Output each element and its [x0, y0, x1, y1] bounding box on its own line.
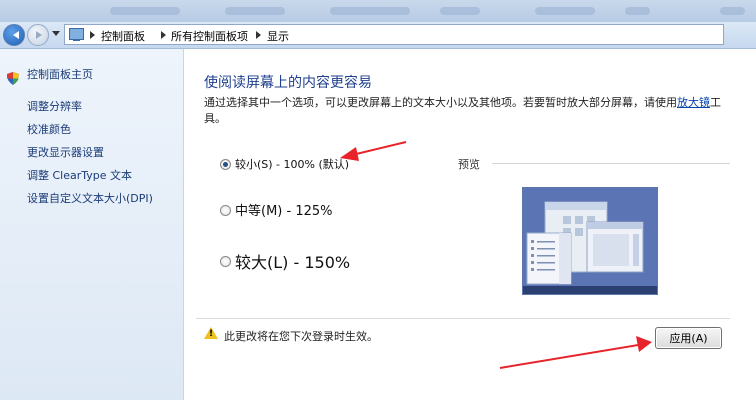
- warning-mark: !: [209, 329, 214, 339]
- apply-button[interactable]: 应用(A): [655, 327, 722, 349]
- logon-notice: 此更改将在您下次登录时生效。: [224, 330, 378, 343]
- annotation-arrows: [340, 141, 652, 369]
- footer-divider: [196, 318, 730, 319]
